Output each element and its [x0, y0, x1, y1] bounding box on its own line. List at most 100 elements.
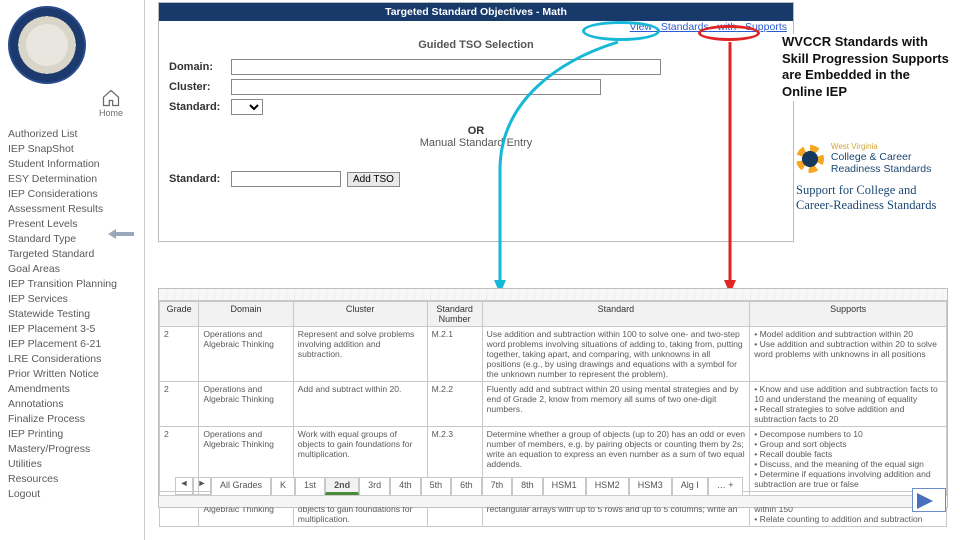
- wvde-seal-logo: [8, 6, 86, 84]
- manual-label: Manual Standard Entry: [159, 137, 793, 149]
- nav-list: Authorized List IEP SnapShot Student Inf…: [0, 126, 144, 501]
- table-cell[interactable]: 2: [160, 382, 199, 427]
- manual-standard-row: Standard: Add TSO: [159, 171, 793, 187]
- nav-logout[interactable]: Logout: [8, 486, 144, 501]
- home-icon: [101, 88, 121, 108]
- cluster-label: Cluster:: [169, 81, 231, 93]
- nav-iep-services[interactable]: IEP Services: [8, 291, 144, 306]
- standard-label: Standard:: [169, 101, 231, 113]
- tab-5th[interactable]: 5th: [421, 477, 452, 495]
- supports-cell[interactable]: • Know and use addition and subtraction …: [750, 382, 947, 427]
- table-cell[interactable]: Add and subtract within 20.: [293, 382, 427, 427]
- table-cell[interactable]: Fluently add and subtract within 20 usin…: [482, 382, 750, 427]
- tab-4th[interactable]: 4th: [390, 477, 421, 495]
- table-cell[interactable]: M.2.1: [427, 327, 482, 382]
- table-row[interactable]: 2Operations and Algebraic ThinkingRepres…: [160, 327, 947, 382]
- tab-all-grades[interactable]: All Grades: [211, 477, 271, 495]
- standards-spreadsheet: Grade Domain Cluster Standard Number Sta…: [158, 288, 948, 508]
- tab-6th[interactable]: 6th: [451, 477, 482, 495]
- add-tso-button[interactable]: Add TSO: [347, 172, 400, 187]
- column-ruler: [159, 289, 947, 301]
- tab-hsm1[interactable]: HSM1: [543, 477, 586, 495]
- nav-finalize[interactable]: Finalize Process: [8, 411, 144, 426]
- nav-authorized-list[interactable]: Authorized List: [8, 126, 144, 141]
- home-button[interactable]: Home: [96, 88, 126, 118]
- nav-printing[interactable]: IEP Printing: [8, 426, 144, 441]
- cluster-input[interactable]: [231, 79, 601, 95]
- th-grade[interactable]: Grade: [160, 302, 199, 327]
- nav-annotations[interactable]: Annotations: [8, 396, 144, 411]
- domain-input[interactable]: [231, 59, 661, 75]
- supports-cell[interactable]: • Model addition and subtraction within …: [750, 327, 947, 382]
- tab-alg1[interactable]: Alg I: [672, 477, 708, 495]
- tab-7th[interactable]: 7th: [482, 477, 513, 495]
- nav-esy[interactable]: ESY Determination: [8, 171, 144, 186]
- standard-row: Standard:: [159, 99, 793, 115]
- nav-student-info[interactable]: Student Information: [8, 156, 144, 171]
- domain-label: Domain:: [169, 61, 231, 73]
- standard-select[interactable]: [231, 99, 263, 115]
- guided-subtitle: Guided TSO Selection: [159, 39, 793, 51]
- nav-transition[interactable]: IEP Transition Planning: [8, 276, 144, 291]
- nav-mastery[interactable]: Mastery/Progress: [8, 441, 144, 456]
- link-word-1: View: [630, 21, 653, 33]
- or-divider: OR: [159, 125, 793, 137]
- nav-goal-areas[interactable]: Goal Areas: [8, 261, 144, 276]
- wv-ccr-logo: West Virginia College & Career Readiness…: [796, 142, 946, 213]
- sheet-next[interactable]: ►: [193, 477, 211, 495]
- next-slide-button[interactable]: [912, 488, 946, 512]
- view-standards-link[interactable]: View Standards with Supports: [159, 21, 793, 33]
- th-standard[interactable]: Standard: [482, 302, 750, 327]
- table-cell[interactable]: 2: [160, 327, 199, 382]
- brand-sub: Support for College and Career-Readiness…: [796, 183, 946, 213]
- th-number[interactable]: Standard Number: [427, 302, 482, 327]
- th-cluster[interactable]: Cluster: [293, 302, 427, 327]
- tab-more[interactable]: … +: [708, 477, 743, 495]
- nav-pwn[interactable]: Prior Written Notice: [8, 366, 144, 381]
- table-header-row: Grade Domain Cluster Standard Number Sta…: [160, 302, 947, 327]
- nav-utilities[interactable]: Utilities: [8, 456, 144, 471]
- nav-lre[interactable]: LRE Considerations: [8, 351, 144, 366]
- nav-targeted-standard[interactable]: Targeted Standard: [8, 246, 144, 261]
- tab-1st[interactable]: 1st: [295, 477, 325, 495]
- tab-3rd[interactable]: 3rd: [359, 477, 390, 495]
- sheet-prev[interactable]: ◄: [175, 477, 193, 495]
- home-label: Home: [99, 108, 123, 118]
- link-word-2: Standards: [661, 21, 709, 33]
- nav-considerations[interactable]: IEP Considerations: [8, 186, 144, 201]
- sidebar: Home Authorized List IEP SnapShot Studen…: [0, 0, 145, 540]
- domain-row: Domain:: [159, 59, 793, 75]
- nav-iep-snapshot[interactable]: IEP SnapShot: [8, 141, 144, 156]
- tab-hsm3[interactable]: HSM3: [629, 477, 672, 495]
- table-cell[interactable]: Operations and Algebraic Thinking: [199, 382, 293, 427]
- table-cell[interactable]: Represent and solve problems involving a…: [293, 327, 427, 382]
- standard2-label: Standard:: [169, 173, 231, 185]
- nav-amendments[interactable]: Amendments: [8, 381, 144, 396]
- link-word-3: with: [718, 21, 737, 33]
- tab-k[interactable]: K: [271, 477, 295, 495]
- nav-placement-3-5[interactable]: IEP Placement 3-5: [8, 321, 144, 336]
- nav-assessment[interactable]: Assessment Results: [8, 201, 144, 216]
- tab-2nd[interactable]: 2nd: [325, 477, 359, 495]
- tab-8th[interactable]: 8th: [512, 477, 543, 495]
- th-supports[interactable]: Supports: [750, 302, 947, 327]
- cluster-row: Cluster:: [159, 79, 793, 95]
- pointer-arrow-icon: [108, 229, 134, 239]
- table-cell[interactable]: Use addition and subtraction within 100 …: [482, 327, 750, 382]
- nav-resources[interactable]: Resources: [8, 471, 144, 486]
- brand-line1: West Virginia: [831, 142, 931, 151]
- th-domain[interactable]: Domain: [199, 302, 293, 327]
- table-cell[interactable]: M.2.2: [427, 382, 482, 427]
- tso-panel: Targeted Standard Objectives - Math View…: [158, 2, 794, 242]
- brand-line2: College & Career: [831, 151, 931, 163]
- annotation-text: WVCCR Standards with Skill Progression S…: [782, 34, 950, 101]
- brand-line3: Readiness Standards: [831, 163, 931, 175]
- nav-placement-6-21[interactable]: IEP Placement 6-21: [8, 336, 144, 351]
- tab-hsm2[interactable]: HSM2: [586, 477, 629, 495]
- panel-title: Targeted Standard Objectives - Math: [159, 3, 793, 21]
- manual-standard-input[interactable]: [231, 171, 341, 187]
- table-cell[interactable]: Operations and Algebraic Thinking: [199, 327, 293, 382]
- nav-statewide-testing[interactable]: Statewide Testing: [8, 306, 144, 321]
- table-row[interactable]: 2Operations and Algebraic ThinkingAdd an…: [160, 382, 947, 427]
- link-word-4: Supports: [745, 21, 787, 33]
